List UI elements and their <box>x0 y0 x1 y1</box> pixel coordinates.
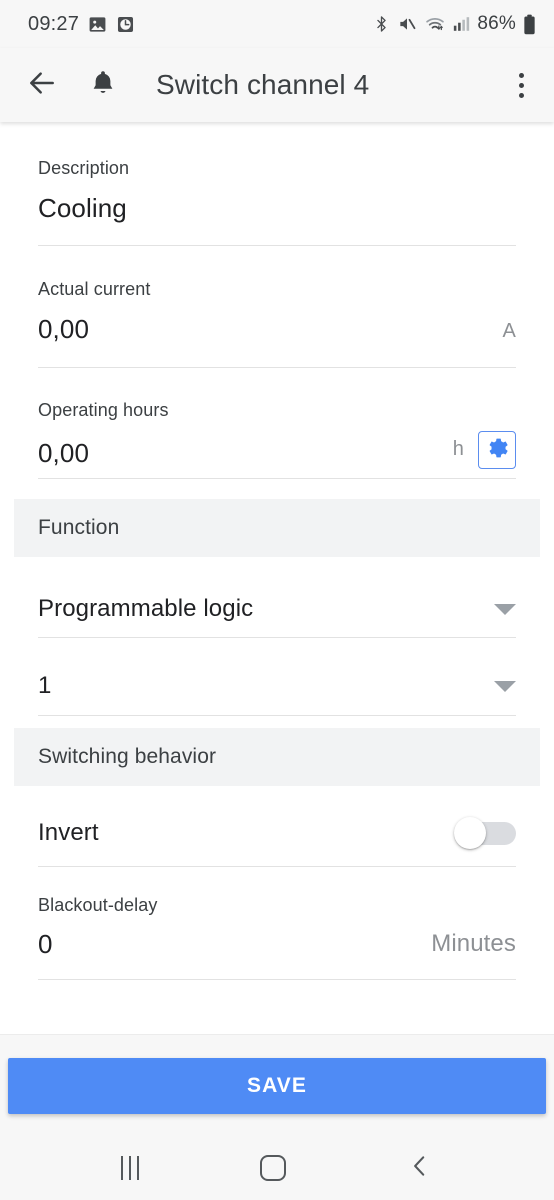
invert-label: Invert <box>38 819 99 846</box>
status-time: 09:27 <box>28 12 80 35</box>
operating-hours-settings-button[interactable] <box>478 431 516 469</box>
more-vertical-icon <box>519 72 524 78</box>
divider-operating-hours <box>38 478 516 479</box>
back-arrow-icon <box>26 67 58 104</box>
function-select-value: Programmable logic <box>38 595 254 622</box>
field-actual-current[interactable]: Actual current 0,00 A <box>0 246 554 345</box>
actual-current-label: Actual current <box>38 279 151 299</box>
overflow-menu-button[interactable] <box>513 67 530 104</box>
blackout-delay-label: Blackout-delay <box>38 895 158 915</box>
more-vertical-icon-dot3 <box>519 92 524 98</box>
cellular-signal-icon <box>453 15 470 33</box>
recent-apps-icon <box>120 1156 123 1180</box>
row-invert[interactable]: Invert <box>0 786 554 866</box>
divider-function-index <box>38 715 516 716</box>
blackout-delay-value[interactable]: 0 <box>38 929 53 960</box>
alarm-clock-icon <box>116 15 135 34</box>
more-vertical-icon-dot2 <box>519 82 524 88</box>
function-select[interactable]: Programmable logic <box>0 557 554 637</box>
recent-apps-button[interactable] <box>120 1156 139 1180</box>
save-button[interactable]: SAVE <box>8 1057 546 1114</box>
status-bar-left: 09:27 <box>28 13 135 36</box>
operating-hours-label: Operating hours <box>38 400 169 420</box>
battery-percent: 86% <box>477 13 516 34</box>
field-blackout-delay[interactable]: Blackout-delay 0 Minutes <box>0 867 554 960</box>
invert-toggle[interactable] <box>454 817 516 849</box>
actual-current-unit: A <box>502 320 516 342</box>
app-bar: Switch channel 4 <box>0 48 554 122</box>
description-label: Description <box>38 158 130 178</box>
photo-icon <box>88 15 107 34</box>
field-operating-hours[interactable]: Operating hours 0,00 h <box>0 368 554 469</box>
page-title: Switch channel 4 <box>156 69 370 100</box>
settings-form: Description Cooling Actual current 0,00 … <box>0 124 554 1034</box>
switching-section-title: Switching behavior <box>38 745 217 768</box>
battery-icon <box>523 14 536 35</box>
function-index-select[interactable]: 1 <box>0 638 554 715</box>
function-section-title: Function <box>38 516 120 539</box>
wifi-icon <box>424 14 446 34</box>
toggle-thumb <box>454 817 486 849</box>
recent-apps-icon-bar2 <box>128 1156 131 1180</box>
gear-icon <box>485 436 509 465</box>
function-index-value: 1 <box>38 672 52 699</box>
description-input[interactable]: Cooling <box>38 193 127 224</box>
chevron-down-icon <box>494 603 516 615</box>
status-bar-right: 86% <box>373 13 536 35</box>
operating-hours-value[interactable]: 0,00 <box>38 438 89 469</box>
field-description[interactable]: Description Cooling <box>0 124 554 224</box>
section-header-function: Function <box>14 499 540 557</box>
volume-mute-icon <box>397 14 417 34</box>
notifications-button[interactable] <box>88 68 118 103</box>
nav-back-button[interactable] <box>407 1153 433 1184</box>
phone-screen: 09:27 86% Switch channel 4 Description C… <box>0 0 554 1200</box>
home-button[interactable] <box>259 1155 286 1181</box>
blackout-delay-unit: Minutes <box>431 930 516 957</box>
footer-bar: SAVE <box>0 1034 554 1136</box>
recent-apps-icon-bar3 <box>136 1156 139 1180</box>
status-bar: 09:27 86% <box>0 0 554 48</box>
operating-hours-unit: h <box>452 437 464 460</box>
bell-icon <box>88 68 118 103</box>
system-nav-bar <box>0 1136 554 1200</box>
divider-blackout-delay <box>38 979 516 980</box>
actual-current-value[interactable]: 0,00 <box>38 314 89 345</box>
back-button[interactable] <box>26 67 58 104</box>
chevron-down-icon-2 <box>494 680 516 692</box>
section-header-switching-behavior: Switching behavior <box>14 728 540 786</box>
bluetooth-icon <box>373 14 390 34</box>
